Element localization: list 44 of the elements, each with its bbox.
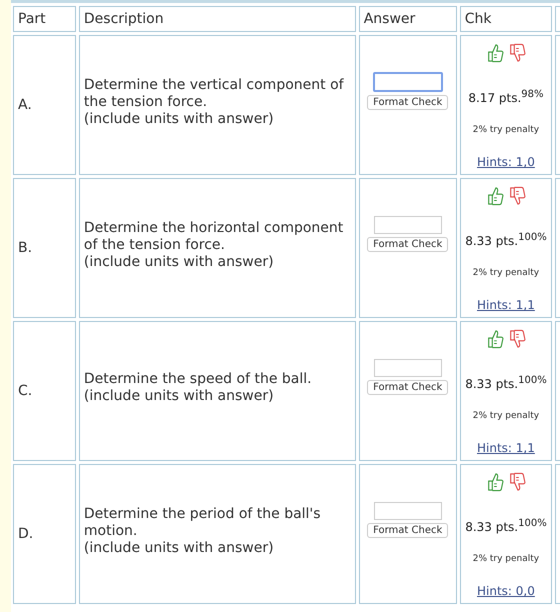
- thumbs-up-icon[interactable]: [486, 472, 504, 492]
- points-text: 8.33 pts.$^{100%}$: [465, 232, 547, 248]
- column-header: Description: [78, 6, 356, 32]
- answer-field[interactable]: [372, 72, 443, 92]
- hints-link[interactable]: Hints: 0,0: [477, 584, 535, 598]
- question-text: Determine the vertical component of the tension force.: [84, 76, 345, 110]
- format-check-button[interactable]: Format Check: [367, 237, 448, 252]
- question-text: Determine the horizontal component of the tension force.: [84, 220, 344, 254]
- answer-field[interactable]: [374, 502, 442, 520]
- part-label: B.: [13, 178, 76, 318]
- thumbs-up-icon[interactable]: [486, 43, 504, 63]
- thumbs-up-icon[interactable]: [486, 329, 504, 349]
- format-check-button[interactable]: Format Check: [367, 95, 448, 110]
- points-text: 8.33 pts.$^{100%}$: [465, 375, 547, 391]
- units-note: (include units with answer): [84, 110, 275, 128]
- penalty-text: 2% try penalty: [472, 554, 540, 564]
- thumbs-down-icon[interactable]: [508, 43, 526, 63]
- thumbs-up-icon[interactable]: [486, 186, 504, 206]
- column-header: Answer: [358, 6, 457, 32]
- hints-link[interactable]: Hints: 1,0: [477, 155, 535, 169]
- units-note: (include units with answer): [84, 540, 275, 556]
- answer-field[interactable]: [374, 359, 442, 377]
- format-check-button[interactable]: Format Check: [367, 523, 448, 538]
- points-text: 8.17 pts.$^{98%}$: [468, 89, 544, 105]
- points-text: 8.33 pts.$^{100%}$: [465, 518, 547, 534]
- units-note: (include units with answer): [84, 388, 275, 405]
- hints-link[interactable]: Hints: 1,1: [477, 441, 535, 455]
- part-label: C.: [13, 321, 76, 461]
- part-label: D.: [13, 464, 76, 604]
- question-text: Determine the period of the ball's motion.: [84, 506, 322, 540]
- thumbs-down-icon[interactable]: [508, 186, 526, 206]
- part-label: A.: [13, 35, 76, 175]
- column-header: Part: [13, 6, 76, 32]
- penalty-text: 2% try penalty: [472, 411, 540, 421]
- thumbs-down-icon[interactable]: [508, 329, 526, 349]
- penalty-text: 2% try penalty: [472, 268, 540, 278]
- penalty-text: 2% try penalty: [472, 125, 540, 135]
- column-header: Chk: [460, 6, 552, 32]
- hints-link[interactable]: Hints: 1,1: [477, 298, 535, 312]
- units-note: (include units with answer): [84, 254, 275, 270]
- format-check-button[interactable]: Format Check: [367, 380, 448, 395]
- question-text: Determine the speed of the ball.: [84, 371, 313, 388]
- thumbs-down-icon[interactable]: [508, 472, 526, 492]
- answer-field[interactable]: [374, 216, 442, 234]
